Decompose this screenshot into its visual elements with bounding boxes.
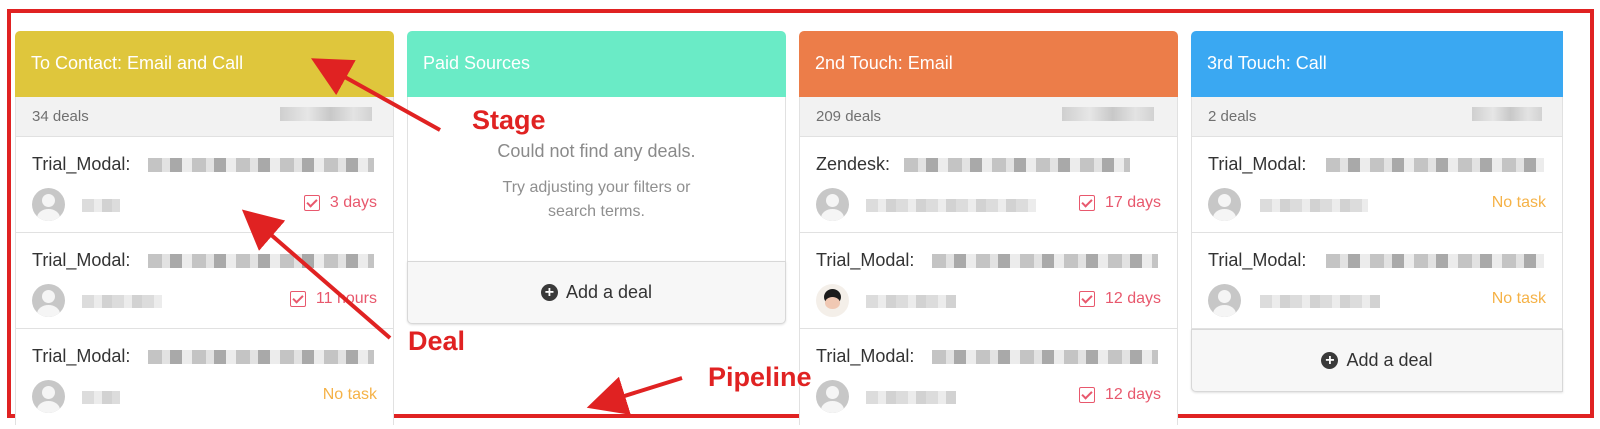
pipeline-arrow <box>586 376 683 415</box>
stage-arrow <box>311 58 441 132</box>
annotation-pipeline: Pipeline <box>708 362 812 392</box>
annotation-deal: Deal <box>408 326 466 356</box>
deal-arrow <box>241 209 392 340</box>
annotation-stage: Stage <box>472 105 546 135</box>
